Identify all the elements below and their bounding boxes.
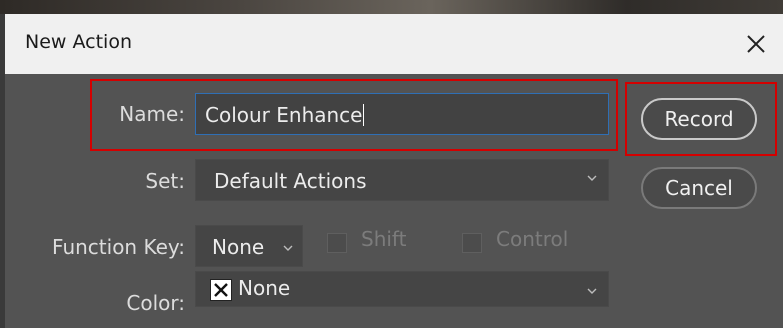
cancel-button[interactable]: Cancel — [641, 167, 757, 209]
close-button[interactable] — [739, 27, 773, 61]
text-caret — [363, 104, 365, 126]
control-checkbox[interactable] — [462, 233, 482, 253]
chevron-down-icon — [587, 288, 597, 294]
dialog-titlebar: New Action — [5, 14, 783, 74]
new-action-dialog: New Action Name: Colour Enhance Record S… — [5, 14, 783, 328]
color-label: Color: — [126, 291, 185, 315]
function-key-value: None — [212, 235, 265, 259]
set-dropdown[interactable]: Default Actions — [195, 159, 609, 201]
set-label: Set: — [145, 169, 185, 193]
control-label: Control — [496, 227, 569, 251]
color-swatch-none-icon — [210, 279, 232, 301]
chevron-down-icon — [587, 175, 597, 181]
dialog-title: New Action — [25, 31, 132, 53]
screenshot-stage: New Action Name: Colour Enhance Record S… — [0, 0, 783, 328]
name-label: Name: — [119, 102, 185, 126]
color-dropdown-value: None — [238, 276, 291, 300]
set-dropdown-value: Default Actions — [214, 169, 367, 193]
name-input-value: Colour Enhance — [205, 103, 363, 127]
chevron-down-icon — [283, 245, 293, 251]
x-mark-icon — [214, 283, 228, 297]
function-key-label: Function Key: — [52, 235, 185, 259]
close-icon — [747, 35, 765, 53]
shift-checkbox[interactable] — [327, 233, 347, 253]
name-input[interactable]: Colour Enhance — [195, 93, 609, 135]
shift-label: Shift — [361, 227, 407, 251]
function-key-dropdown[interactable]: None — [195, 225, 303, 267]
color-dropdown[interactable]: None — [195, 271, 609, 307]
background-photo-strip — [0, 0, 783, 14]
record-button[interactable]: Record — [641, 98, 757, 140]
